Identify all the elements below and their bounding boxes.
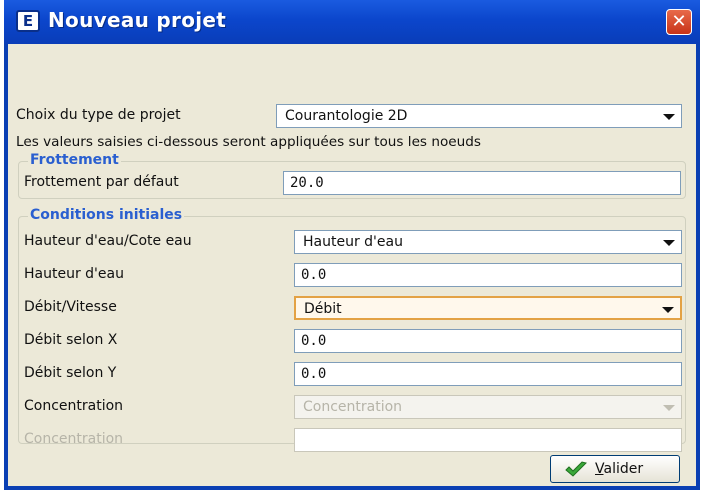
debit-x-field[interactable]: 0.0: [294, 329, 682, 353]
debit-x-label: Débit selon X: [24, 332, 118, 348]
concentration-label: Concentration: [24, 398, 124, 414]
concentration-field-label: Concentration: [24, 431, 124, 447]
frottement-label: Frottement par défaut: [24, 174, 179, 190]
debit-y-field[interactable]: 0.0: [294, 362, 682, 386]
concentration-field: [294, 428, 682, 452]
close-icon[interactable]: ✕: [666, 9, 692, 35]
dialog-title: Nouveau projet: [48, 8, 227, 32]
dialog-window: E Nouveau projet ✕ Choix du type de proj…: [4, 0, 700, 490]
debit-type-select[interactable]: Débit: [294, 296, 682, 320]
project-type-value: Courantologie 2D: [285, 108, 408, 124]
dialog-content: Choix du type de projet Courantologie 2D…: [8, 44, 696, 486]
project-type-select[interactable]: Courantologie 2D: [276, 104, 682, 128]
app-icon: E: [16, 10, 40, 32]
valider-label: Valider: [595, 461, 644, 477]
frottement-field[interactable]: 20.0: [283, 171, 681, 195]
chevron-down-icon: [663, 114, 675, 120]
title-bar[interactable]: E Nouveau projet ✕: [4, 0, 700, 44]
project-type-label: Choix du type de projet: [16, 107, 181, 123]
concentration-select: Concentration: [294, 395, 682, 419]
hauteur-type-label: Hauteur d'eau/Cote eau: [24, 233, 192, 249]
chevron-down-icon: [662, 307, 674, 313]
debit-type-label: Débit/Vitesse: [24, 299, 117, 315]
chevron-down-icon: [663, 405, 675, 411]
chevron-down-icon: [663, 240, 675, 246]
conditions-group-title: Conditions initiales: [28, 207, 185, 223]
check-icon: [565, 461, 587, 477]
frottement-group-title: Frottement: [28, 152, 121, 168]
hauteur-label: Hauteur d'eau: [24, 266, 124, 282]
hauteur-type-select[interactable]: Hauteur d'eau: [294, 230, 682, 254]
debit-y-label: Débit selon Y: [24, 365, 117, 381]
info-text: Les valeurs saisies ci-dessous seront ap…: [16, 134, 481, 150]
valider-button[interactable]: Valider: [550, 455, 680, 483]
hauteur-field[interactable]: 0.0: [294, 263, 682, 287]
